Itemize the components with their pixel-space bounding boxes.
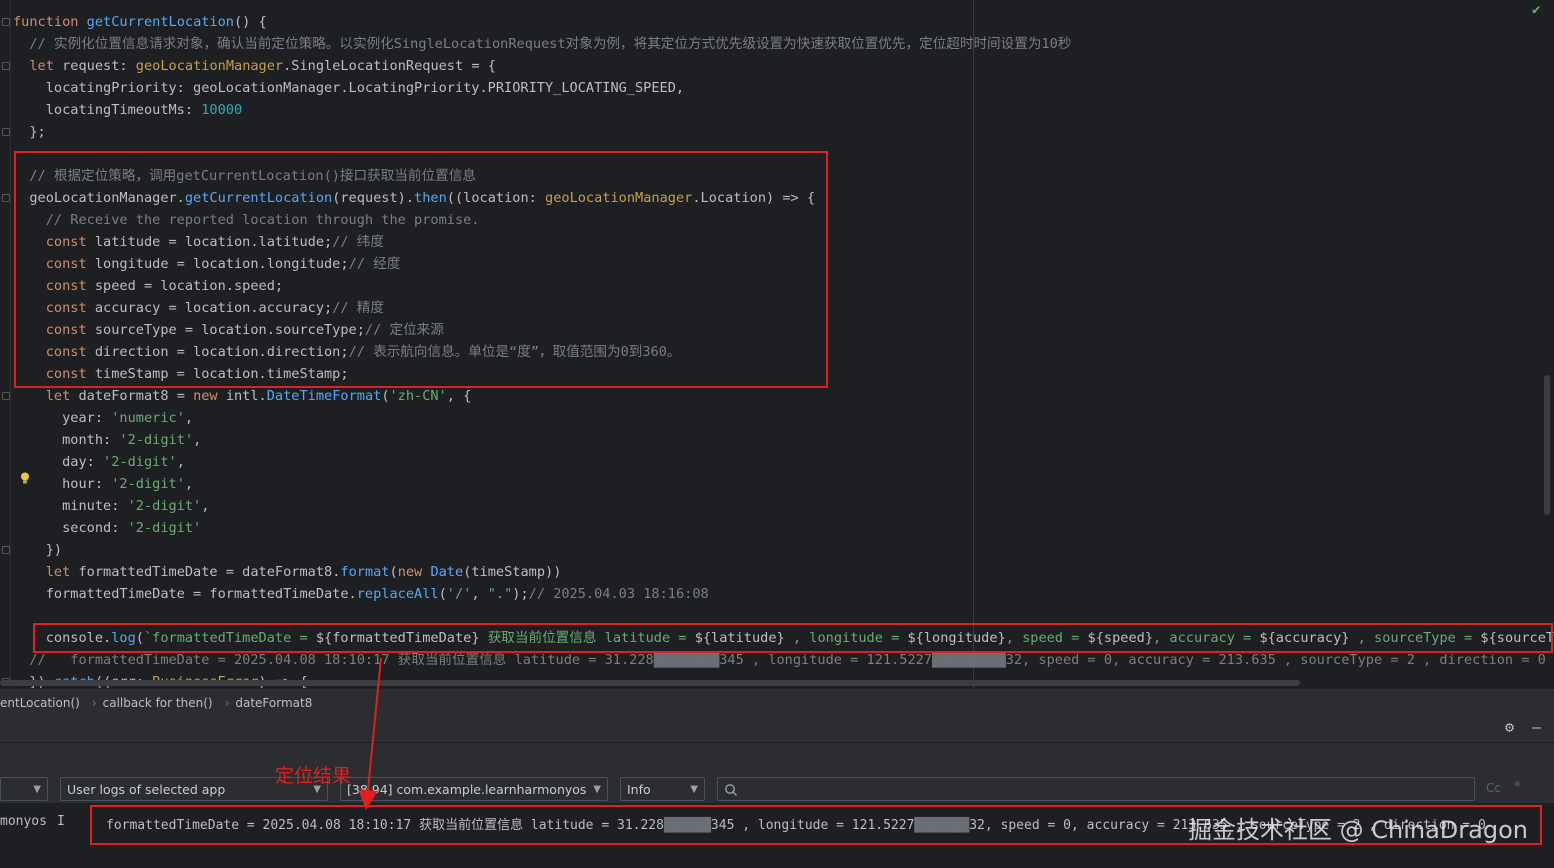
arrow-annotation <box>358 657 382 810</box>
watermark: 掘金技术社区 @ ChinaDragon <box>1188 816 1528 844</box>
